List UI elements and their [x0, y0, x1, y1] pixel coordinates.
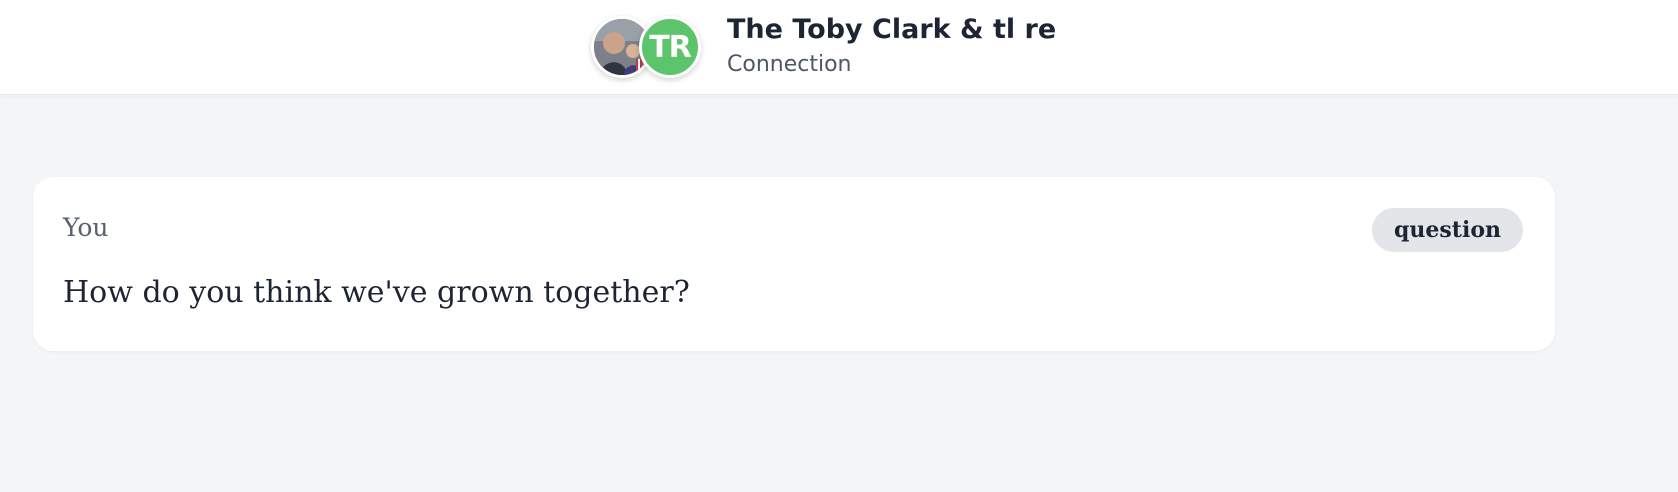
message-text: How do you think we've grown together? — [63, 275, 690, 310]
conversation-subtitle: Connection — [727, 52, 852, 77]
message-card: You question How do you think we've grow… — [33, 177, 1555, 351]
conversation-header: TR The Toby Clark & tl re Connection — [0, 0, 1678, 95]
message-author: You — [63, 213, 109, 242]
conversation-title: The Toby Clark & tl re — [727, 14, 1057, 45]
initials-avatar: TR — [639, 16, 701, 78]
header-title-block: The Toby Clark & tl re Connection — [727, 12, 1056, 80]
avatar-initials: TR — [649, 29, 692, 65]
message-area: You question How do you think we've grow… — [0, 95, 1678, 492]
participant-avatars[interactable]: TR — [591, 16, 703, 78]
message-type-badge: question — [1372, 208, 1523, 252]
